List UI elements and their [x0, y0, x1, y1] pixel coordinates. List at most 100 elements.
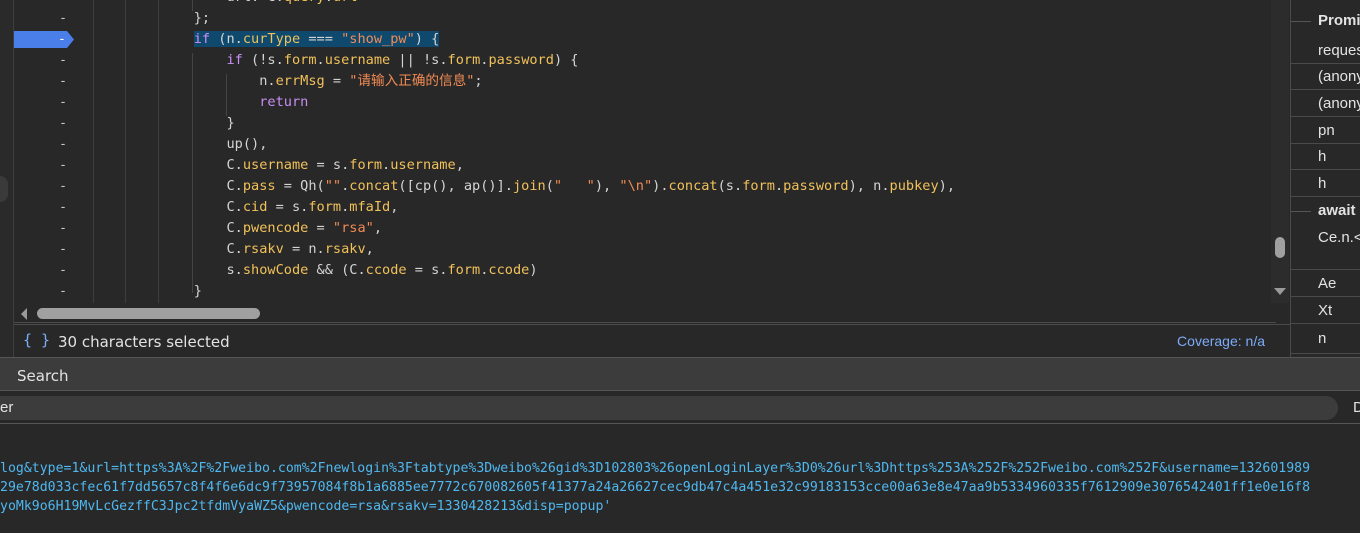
code-text: C.username = s.form.username,: [194, 157, 464, 173]
code-token: "\n": [619, 178, 653, 194]
code-token: errMsg: [275, 73, 325, 89]
code-line[interactable]: if (n.curType === "show_pw") {: [161, 29, 440, 50]
code-token: form: [742, 178, 775, 194]
code-token: ,: [455, 157, 464, 173]
code-token: pwencode: [242, 220, 309, 236]
code-token: (: [545, 178, 554, 194]
code-token: username: [242, 157, 309, 173]
pretty-print-icon[interactable]: { }: [23, 331, 50, 349]
line-number-marker[interactable]: -: [56, 71, 70, 92]
code-token: "请输入正确的信息": [349, 73, 475, 89]
search-input[interactable]: er: [0, 396, 1338, 420]
search-drawer-tab[interactable]: Search: [0, 357, 1360, 391]
code-line[interactable]: n.errMsg = "请输入正确的信息";: [161, 71, 482, 92]
code-token: form: [447, 52, 481, 68]
code-line[interactable]: up(),: [161, 134, 267, 155]
code-token: ,: [365, 241, 374, 257]
code-token: ,: [390, 199, 399, 215]
code-text: if (!s.form.username || !s.form.password…: [194, 52, 579, 68]
code-line[interactable]: C.cid = s.form.mfaId,: [161, 197, 398, 218]
line-number-marker[interactable]: -: [56, 239, 70, 260]
call-stack-frame[interactable]: reques: [1291, 38, 1360, 64]
line-number-marker[interactable]: -: [56, 197, 70, 218]
code-line[interactable]: }: [161, 113, 234, 134]
line-number-marker[interactable]: -: [56, 281, 70, 302]
code-line[interactable]: return: [161, 92, 308, 113]
line-number-marker[interactable]: -: [56, 50, 70, 71]
code-line[interactable]: C.username = s.form.username,: [161, 155, 464, 176]
search-result-line[interactable]: log&type=1&url=https%3A%2F%2Fweibo.com%2…: [0, 459, 1310, 478]
line-number-marker[interactable]: -: [56, 218, 70, 239]
code-line[interactable]: C.rsakv = n.rsakv,: [161, 239, 374, 260]
code-token: return: [259, 94, 309, 110]
call-stack-frame[interactable]: (anony: [1291, 90, 1360, 117]
scroll-down-arrow-icon[interactable]: [1274, 288, 1286, 295]
code-line[interactable]: if (!s.form.username || !s.form.password…: [161, 50, 579, 71]
navigator-edge: [0, 0, 14, 357]
search-option[interactable]: D: [1353, 399, 1360, 416]
code-token: C.: [193, 178, 243, 194]
code-token: password: [783, 178, 849, 194]
call-stack-frame[interactable]: h: [1291, 170, 1360, 197]
code-token: pubkey: [889, 178, 939, 194]
call-stack-frame[interactable]: h: [1291, 144, 1360, 170]
code-token: "show_pw": [341, 31, 415, 47]
code-text: n.errMsg = "请输入正确的信息";: [194, 73, 482, 89]
scroll-left-arrow-icon[interactable]: [21, 308, 27, 320]
line-number-marker[interactable]: -: [56, 134, 70, 155]
code-token: .: [325, 0, 333, 5]
call-stack-group-header[interactable]: Promi: [1291, 7, 1360, 37]
source-editor[interactable]: ------------- - url: C.query.url }; if (…: [0, 0, 1290, 323]
coverage-link[interactable]: Coverage: n/a: [1177, 333, 1265, 349]
call-stack-frame[interactable]: Ae: [1291, 270, 1360, 297]
code-token: form: [283, 52, 317, 68]
code-token: (s.: [717, 178, 743, 194]
code-token: " ": [553, 178, 595, 194]
code-line[interactable]: url: C.query.url: [161, 0, 357, 8]
line-number-marker[interactable]: -: [56, 8, 70, 29]
code-line[interactable]: };: [161, 8, 210, 29]
line-number-marker[interactable]: -: [56, 113, 70, 134]
gutter-divider: [125, 0, 126, 303]
line-number-marker[interactable]: -: [56, 176, 70, 197]
search-result-line[interactable]: 29e78d033cfec61f7dd5657c8f4f6e6dc9f73957…: [0, 478, 1310, 497]
panel-resize-handle[interactable]: [0, 176, 8, 202]
code-token: (n.: [210, 31, 243, 47]
code-token: form: [308, 199, 342, 215]
code-text: s.showCode && (C.ccode = s.form.ccode): [193, 262, 537, 278]
code-line[interactable]: C.pass = Qh("".concat([cp(), ap()].join(…: [161, 176, 955, 197]
code-token: C: [267, 0, 275, 5]
call-stack-frame[interactable]: Ce.n.<: [1291, 225, 1360, 270]
call-stack-frame[interactable]: n: [1291, 324, 1360, 354]
line-number-marker[interactable]: -: [56, 260, 70, 281]
line-number-marker[interactable]: -: [56, 92, 70, 113]
code-token: form: [447, 262, 481, 278]
search-result-line[interactable]: yoMk9o6H19MvLcGezffC3Jpc2tfdmVyaWZ5&pwen…: [0, 497, 611, 516]
code-token: ccode: [488, 262, 530, 278]
code-token: ) {: [553, 52, 579, 68]
vertical-scroll-thumb[interactable]: [1275, 237, 1285, 258]
code-text: C.cid = s.form.mfaId,: [194, 199, 399, 215]
call-stack-frame[interactable]: Xt: [1291, 297, 1360, 324]
code-token: s.: [193, 262, 243, 278]
line-number-marker[interactable]: -: [56, 155, 70, 176]
code-line[interactable]: }: [161, 281, 202, 302]
code-line[interactable]: C.pwencode = "rsa",: [161, 218, 382, 239]
call-stack-frame[interactable]: (anony: [1291, 63, 1360, 90]
call-stack-frame[interactable]: pn: [1291, 117, 1360, 144]
horizontal-scroll-thumb[interactable]: [37, 308, 260, 319]
code-token: .: [316, 52, 325, 68]
code-line[interactable]: s.showCode && (C.ccode = s.form.ccode): [161, 260, 537, 281]
code-token: && (C.: [308, 262, 366, 278]
breakpoint-marker[interactable]: -: [14, 31, 74, 48]
editor-status-bar: { } 30 characters selected Coverage: n/a: [14, 324, 1290, 357]
